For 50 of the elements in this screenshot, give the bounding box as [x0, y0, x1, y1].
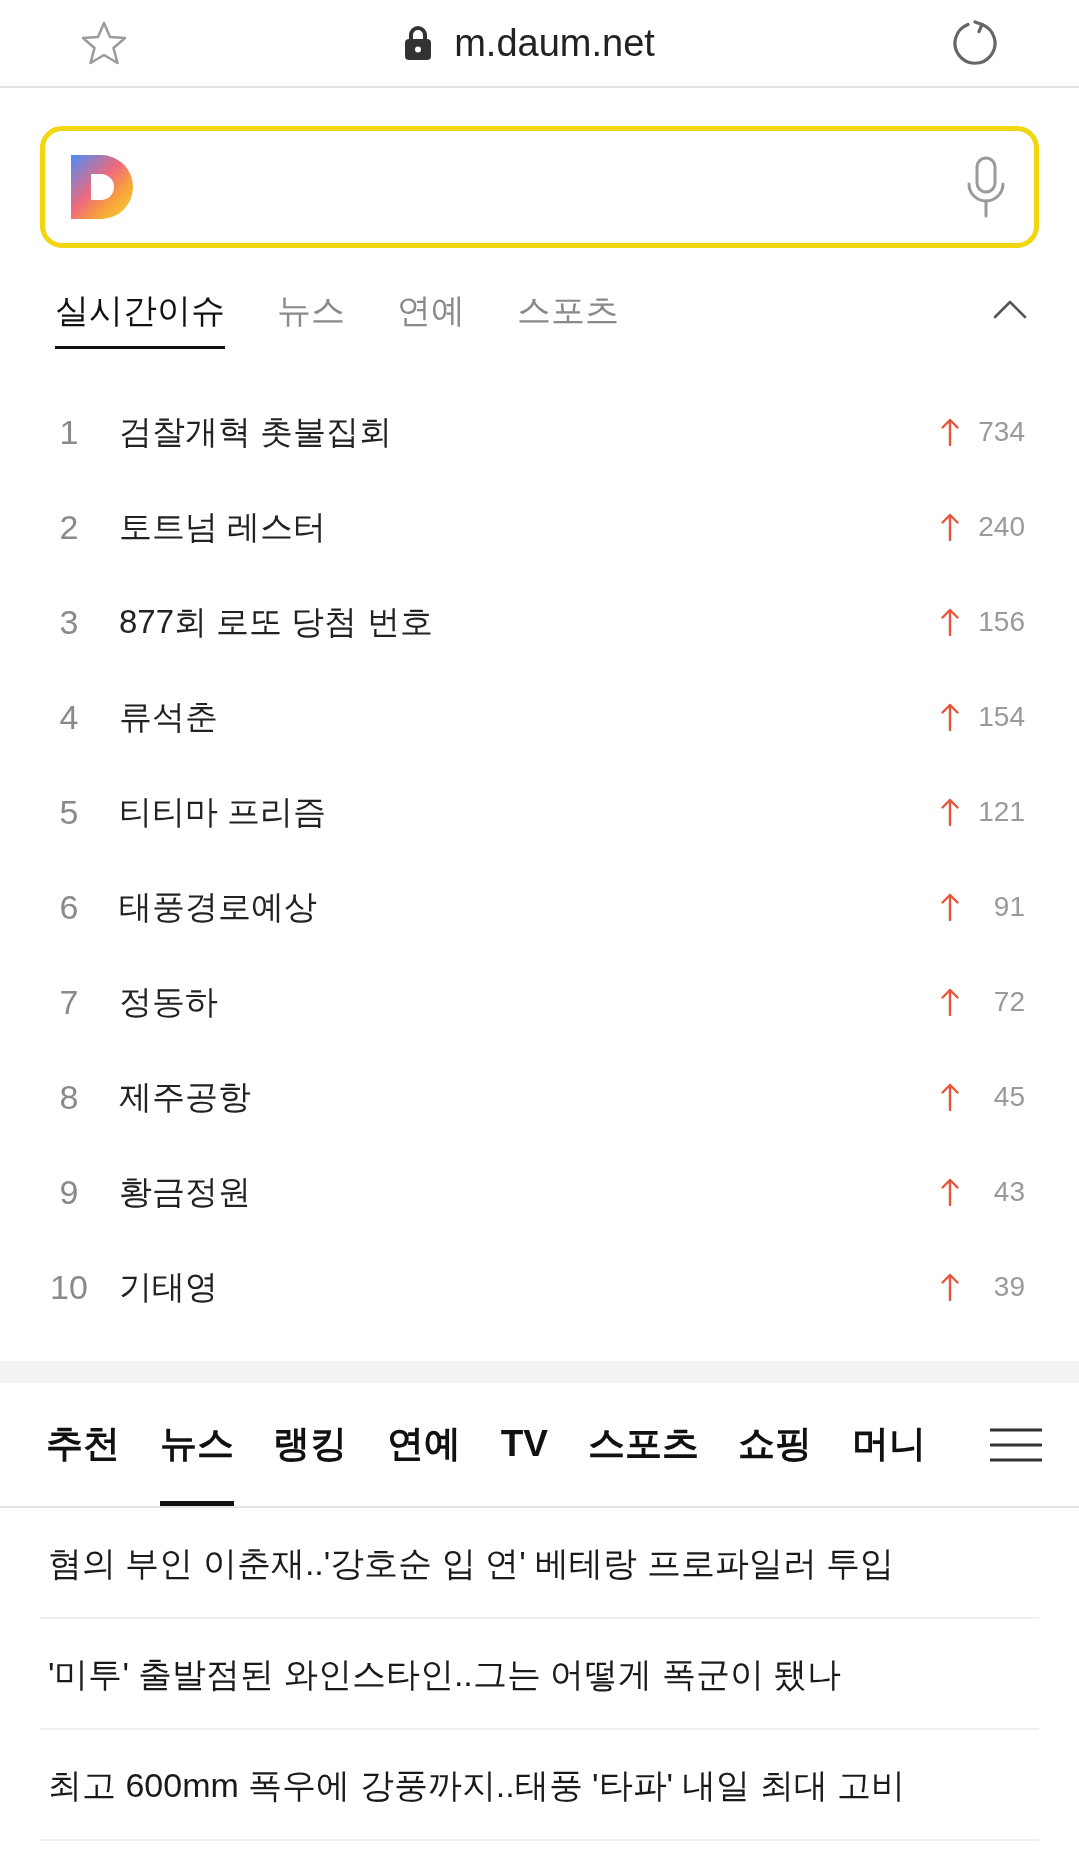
rank-number: 2 [58, 506, 80, 547]
rank-number: 1 [58, 411, 80, 452]
nav-tab[interactable]: 스포츠 [587, 1383, 699, 1506]
news-headline[interactable]: 혐의 부인 이춘재..'강호순 입 연' 베테랑 프로파일러 투입 [48, 1540, 894, 1585]
microphone-icon[interactable] [966, 156, 1006, 218]
reload-icon[interactable] [951, 19, 999, 67]
rank-change-count: 45 [992, 1079, 1025, 1114]
nav-tab[interactable]: TV [500, 1383, 548, 1506]
rank-number: 6 [58, 886, 80, 927]
rank-number: 10 [49, 1266, 89, 1307]
search-field[interactable] [40, 126, 1039, 248]
news-headline[interactable]: '미투' 출발점된 와인스타인..그는 어떻게 폭군이 됐나 [48, 1651, 842, 1696]
rank-number: 4 [58, 696, 80, 737]
rank-change-count: 734 [977, 414, 1025, 449]
bookmark-star-icon[interactable] [80, 19, 128, 67]
rank-change-count: 91 [992, 889, 1025, 924]
trending-keyword[interactable]: 제주공항 [119, 1074, 251, 1119]
rank-change-count: 156 [977, 604, 1025, 639]
nav-tab[interactable]: 추천 [46, 1383, 120, 1506]
nav-tab[interactable]: 쇼핑 [738, 1383, 813, 1506]
rank-change-count: 39 [992, 1269, 1025, 1304]
news-headline[interactable]: 최고 600mm 폭우에 강풍까지..태풍 '타파' 내일 최대 고비 [48, 1762, 906, 1807]
trending-keyword[interactable]: 검찰개혁 촛불집회 [119, 409, 393, 454]
rank-change-count: 154 [977, 699, 1025, 734]
rank-change-count: 43 [992, 1174, 1025, 1209]
trending-keyword[interactable]: 티티마 프리즘 [119, 789, 327, 834]
rank-number: 7 [58, 981, 80, 1022]
chevron-up-icon[interactable] [993, 299, 1027, 319]
nav-tab[interactable]: 랭킹 [273, 1383, 348, 1506]
rank-change-count: 240 [977, 509, 1025, 544]
nav-tab[interactable]: 뉴스 [159, 1383, 234, 1506]
url-text[interactable]: m.daum.net [454, 21, 655, 65]
rank-number: 3 [58, 601, 80, 642]
daum-logo-icon [71, 155, 133, 219]
trending-keyword[interactable]: 기태영 [119, 1264, 218, 1309]
nav-tab[interactable]: 연예 [387, 1383, 461, 1506]
rank-number: 8 [58, 1076, 80, 1117]
trending-keyword[interactable]: 류석춘 [119, 694, 218, 739]
menu-icon[interactable] [990, 1427, 1042, 1462]
trending-keyword[interactable]: 태풍경로예상 [119, 884, 317, 929]
trending-keyword[interactable]: 황금정원 [119, 1169, 251, 1214]
rank-change-count: 121 [977, 794, 1025, 829]
issue-tab[interactable]: 실시간이슈 [55, 268, 225, 349]
trending-keyword[interactable]: 토트넘 레스터 [119, 504, 327, 549]
nav-tab[interactable]: 머니 [852, 1383, 926, 1506]
rank-change-count: 72 [992, 984, 1025, 1019]
rank-number: 9 [58, 1171, 80, 1212]
rank-number: 5 [58, 791, 80, 832]
trending-keyword[interactable]: 정동하 [119, 979, 218, 1024]
trending-keyword[interactable]: 877회 로또 당첨 번호 [119, 599, 433, 644]
